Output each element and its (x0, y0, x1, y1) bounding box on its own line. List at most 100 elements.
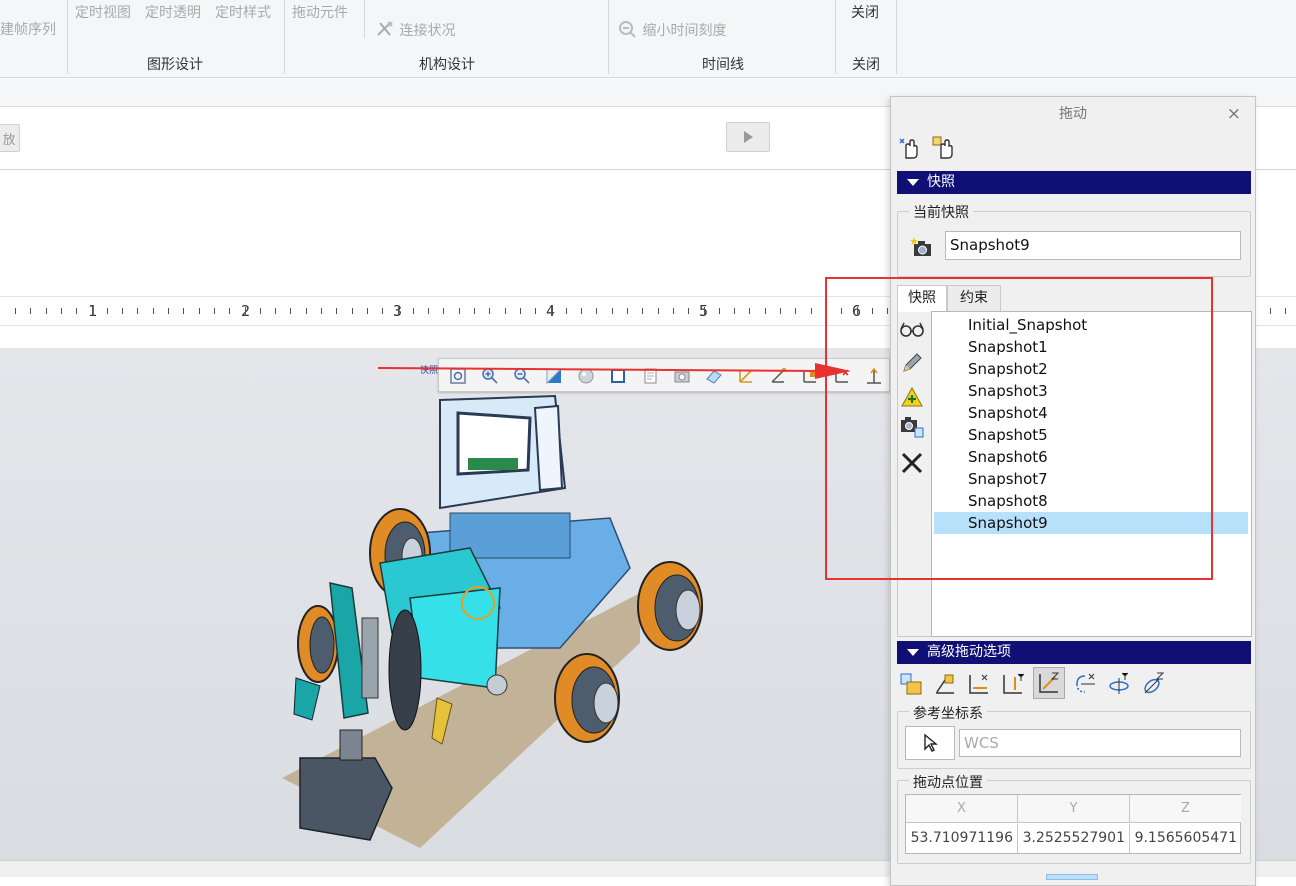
tab-constraints[interactable]: 约束 (947, 285, 1001, 311)
collapse-triangle-icon (907, 649, 919, 656)
point-drag-button[interactable] (897, 135, 923, 161)
column-header-x: X (906, 795, 1018, 823)
ruler-tick (443, 308, 445, 314)
group-label-mechanism: 机构设计 (419, 57, 475, 73)
z-rotate-icon (1144, 672, 1165, 694)
play-icon (744, 131, 753, 143)
ruler-tick (887, 308, 889, 314)
snapshot-section-header[interactable]: 快照 (897, 171, 1251, 194)
ruler-tick (596, 308, 598, 314)
ruler-tick (780, 308, 781, 314)
group-separator (284, 0, 285, 74)
ruler-tick (213, 308, 215, 314)
ruler-tick (871, 308, 873, 314)
list-item[interactable]: Initial_Snapshot (934, 314, 1248, 336)
reference-coordinate-input[interactable]: WCS (959, 729, 1241, 757)
ribbon-timed-view[interactable]: 定时视图 (75, 2, 131, 22)
drag-dialog: 拖动 × 快照 当前快照 Snapshot9 快照 约束 Initial_Sna… (890, 96, 1256, 886)
ruler-tick (642, 308, 644, 314)
list-item[interactable]: Snapshot6 (934, 446, 1248, 468)
y-rotate-button[interactable] (1105, 669, 1133, 699)
x-rotate-button[interactable] (1071, 669, 1099, 699)
list-item[interactable]: Snapshot7 (934, 468, 1248, 490)
drag-toggle-button[interactable] (897, 669, 925, 699)
current-snapshot-input[interactable]: Snapshot9 (945, 231, 1241, 260)
ruler-tick (397, 307, 399, 316)
ribbon-keyframe-sequence[interactable]: 建帧序列 (0, 19, 56, 39)
ruler-tick (45, 308, 47, 314)
dialog-close-icon[interactable]: × (1227, 104, 1241, 124)
z-rotate-button[interactable] (1139, 669, 1167, 699)
ribbon-connect-status[interactable]: 连接状况 (375, 20, 455, 40)
ruler-tick (366, 308, 368, 314)
list-item[interactable]: Snapshot5 (934, 424, 1248, 446)
ruler-tick (489, 308, 491, 314)
ruler-tick (198, 308, 200, 314)
ruler-tick (321, 308, 322, 314)
z-translate-button[interactable] (1033, 667, 1065, 699)
group-label-graphics: 图形设计 (147, 57, 203, 73)
ribbon-timed-style[interactable]: 定时样式 (215, 2, 271, 22)
list-item[interactable]: Snapshot3 (934, 380, 1248, 402)
list-item[interactable]: Snapshot4 (934, 402, 1248, 424)
snapshot-list[interactable]: Initial_Snapshot Snapshot1 Snapshot2 Sna… (931, 311, 1252, 637)
ruler-tick (734, 308, 736, 314)
ruler-tick (703, 307, 705, 316)
orient-surface-button[interactable] (931, 669, 959, 699)
dialog-ok-button[interactable] (1046, 874, 1098, 880)
play-button[interactable] (726, 122, 770, 152)
drag-point-position-legend: 拖动点位置 (909, 772, 987, 792)
snapshot-icon-column (897, 311, 932, 637)
column-header-z: Z (1130, 795, 1241, 823)
ruler-tick (1284, 308, 1286, 314)
y-translate-button[interactable] (999, 669, 1027, 699)
ruler-tick (275, 308, 277, 314)
list-item[interactable]: Snapshot1 (934, 336, 1248, 358)
z-value-cell[interactable]: 9.1565605471 (1130, 824, 1241, 853)
y-value-cell[interactable]: 3.2525527901 (1018, 824, 1130, 853)
ribbon-timed-transparency[interactable]: 定时透明 (145, 2, 201, 22)
x-value-cell[interactable]: 53.710971196 (906, 824, 1018, 853)
drag-y-button[interactable] (863, 365, 885, 387)
ruler-tick (30, 308, 32, 314)
orient-icon (936, 674, 954, 694)
body-drag-button[interactable] (931, 135, 957, 161)
ruler-tick (168, 308, 169, 314)
x-translate-button[interactable] (965, 669, 993, 699)
drag-box-icon (900, 673, 922, 695)
y-rotate-icon (1109, 672, 1129, 694)
list-item[interactable]: Snapshot8 (934, 490, 1248, 512)
list-item-selected[interactable]: Snapshot9 (934, 512, 1248, 534)
ruler-tick (672, 308, 674, 314)
ruler-tick (581, 308, 583, 314)
ruler-tick (76, 308, 78, 314)
advanced-section-label: 高级拖动选项 (927, 644, 1011, 660)
ruler-tick (305, 308, 307, 314)
ruler-tick (229, 308, 231, 314)
ribbon-drag-component[interactable]: 拖动元件 (292, 2, 348, 22)
left-cut-button[interactable]: 放 (0, 124, 20, 152)
advanced-section-header[interactable]: 高级拖动选项 (897, 641, 1251, 664)
current-snapshot-legend: 当前快照 (909, 202, 973, 222)
drag-point-table: X Y Z 53.710971196 3.2525527901 9.156560… (905, 794, 1241, 854)
camera-star-icon (910, 237, 931, 256)
connect-status-icon (377, 21, 393, 36)
shrink-time-scale-label: 缩小时间刻度 (642, 23, 727, 39)
hand-body-icon (932, 136, 953, 159)
ribbon-shrink-time-scale[interactable]: 缩小时间刻度 (618, 20, 726, 40)
list-item[interactable]: Snapshot2 (934, 358, 1248, 380)
z-translate-icon (1039, 672, 1060, 693)
ruler-tick (795, 308, 797, 314)
cursor-arrow-icon (924, 733, 938, 752)
select-coordinate-button[interactable] (905, 726, 955, 760)
ruler-tick (1269, 308, 1271, 314)
annotation-arrow (377, 363, 851, 379)
tab-snapshots[interactable]: 快照 (897, 285, 947, 312)
group-separator (67, 0, 68, 74)
close-button[interactable]: 关闭 (851, 2, 879, 22)
ruler-tick (749, 308, 751, 314)
ruler-tick (611, 308, 613, 314)
take-snapshot-button[interactable] (909, 234, 935, 260)
ruler-tick (657, 308, 659, 314)
ruler-tick (122, 308, 124, 314)
